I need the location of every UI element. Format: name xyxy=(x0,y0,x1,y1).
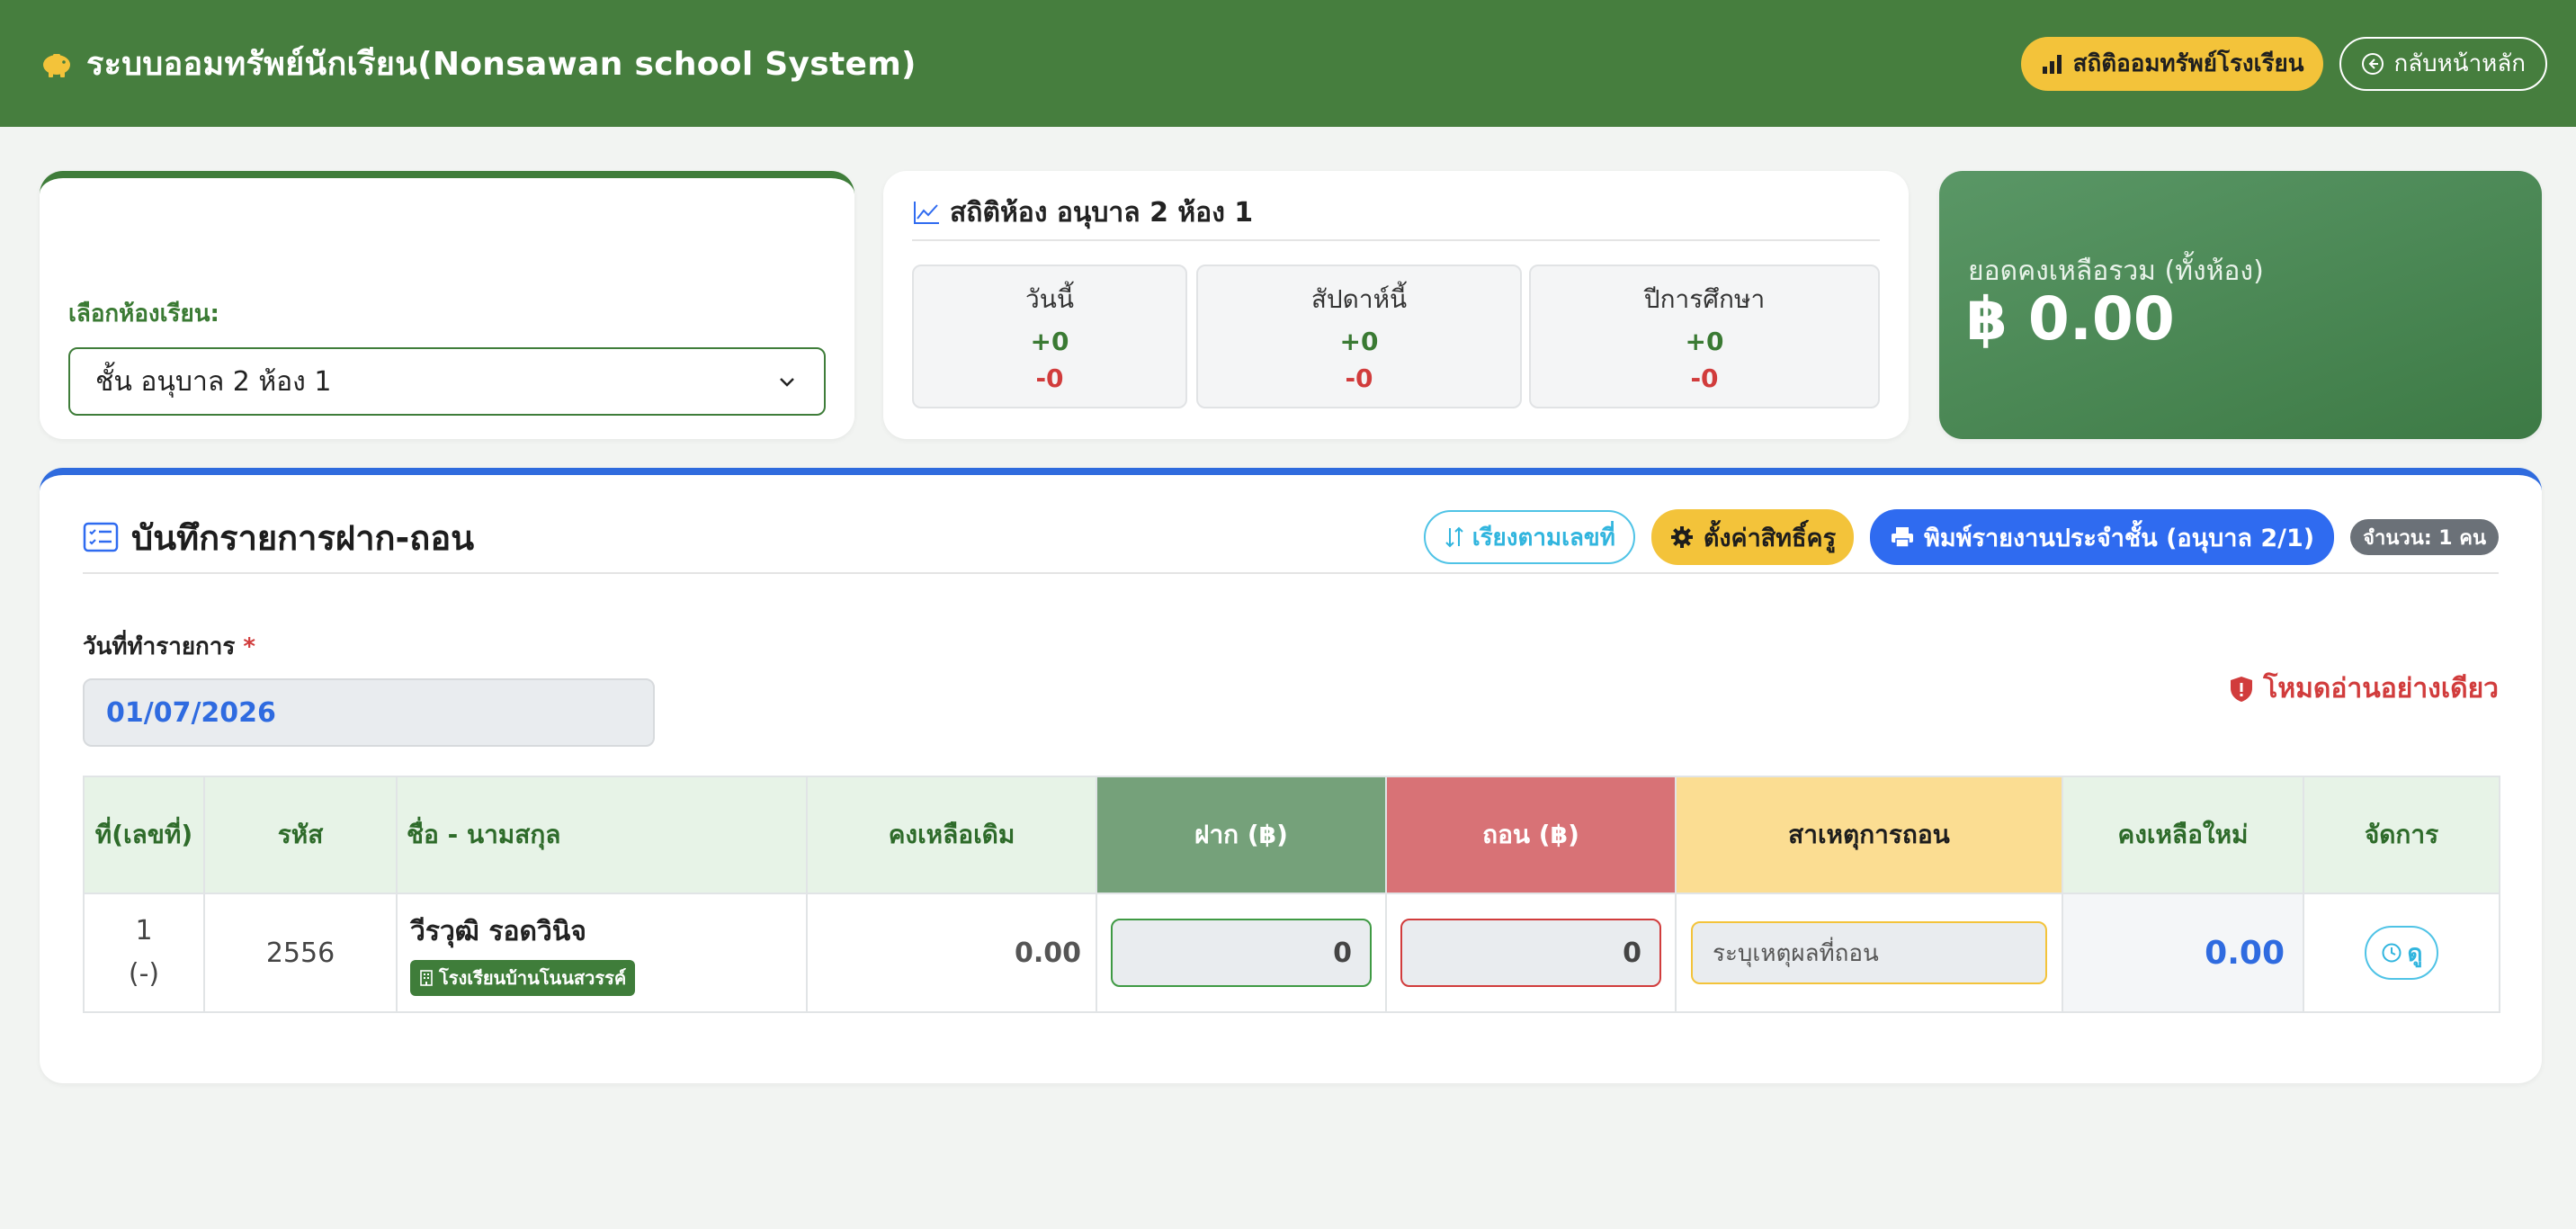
col-header-code: รหัส xyxy=(203,776,398,894)
transactions-title: บันทึกรายการฝาก-ถอน xyxy=(131,517,475,558)
shield-alert-icon xyxy=(2231,676,2253,702)
readonly-mode-indicator: โหมดอ่านอย่างเดียว xyxy=(2229,668,2499,710)
withdraw-reason-placeholder: ระบุเหตุผลที่ถอน xyxy=(1713,939,1879,967)
transaction-date-input[interactable]: 01/07/2026 xyxy=(83,678,655,747)
app-title: ระบบออมทรัพย์นักเรียน(Nonsawan school Sy… xyxy=(86,46,917,83)
printer-icon xyxy=(1892,527,1914,548)
school-stats-button[interactable]: สถิติออมทรัพย์โรงเรียน xyxy=(2020,36,2324,91)
withdraw-value: 0 xyxy=(1623,937,1641,969)
transactions-header: บันทึกรายการฝาก-ถอน เรียงตามเลขที่ ตั้งค… xyxy=(83,502,2499,574)
clock-icon xyxy=(2382,943,2402,963)
col-header-withdraw: ถอน (฿) xyxy=(1385,776,1677,894)
cell-code: 2556 xyxy=(203,893,398,1013)
cell-actions: ดู xyxy=(2303,893,2500,1013)
teacher-permission-label: ตั้งค่าสิทธิ์ครู xyxy=(1703,524,1837,552)
sort-by-number-label: เรียงตามเลขที่ xyxy=(1471,524,1615,552)
student-count-badge: จำนวน: 1 คน xyxy=(2350,519,2499,555)
stat-year-withdraw: -0 xyxy=(1690,363,1719,393)
withdraw-reason-input[interactable]: ระบุเหตุผลที่ถอน xyxy=(1691,921,2047,984)
total-balance-card: ยอดคงเหลือรวม (ทั้งห้อง) ฿ 0.00 xyxy=(1939,171,2542,439)
deposit-input[interactable]: 0 xyxy=(1111,919,1372,987)
view-history-button[interactable]: ดู xyxy=(2364,926,2439,980)
school-badge: โรงเรียนบ้านโนนสวรรค์ xyxy=(410,959,636,996)
stat-week: สัปดาห์นี้ +0 -0 xyxy=(1196,265,1522,408)
readonly-mode-label: โหมดอ่านอย่างเดียว xyxy=(2263,673,2499,704)
back-home-button[interactable]: กลับหน้าหลัก xyxy=(2339,36,2547,91)
col-header-new-balance: คงเหลือใหม่ xyxy=(2062,776,2304,894)
stat-week-withdraw: -0 xyxy=(1345,363,1373,393)
stat-year-label: ปีการศึกษา xyxy=(1643,284,1766,314)
transactions-title-group: บันทึกรายการฝาก-ถอน xyxy=(83,510,474,565)
student-name: วีรวุฒิ รอดวินิจ xyxy=(410,915,586,947)
cell-withdraw-reason: ระบุเหตุผลที่ถอน xyxy=(1675,893,2063,1013)
class-select-label: เลือกห้องเรียน: xyxy=(68,301,219,327)
cell-withdraw: 0 xyxy=(1385,893,1677,1013)
brand: ระบบออมทรัพย์นักเรียน(Nonsawan school Sy… xyxy=(40,38,917,89)
col-header-old-balance: คงเหลือเดิม xyxy=(806,776,1097,894)
cell-number: 1 (-) xyxy=(83,893,205,1013)
student-number: 1 xyxy=(135,915,153,946)
school-name: โรงเรียนบ้านโนนสวรรค์ xyxy=(439,966,627,989)
transactions-card: บันทึกรายการฝาก-ถอน เรียงตามเลขที่ ตั้งค… xyxy=(40,468,2542,1083)
class-select-dropdown[interactable]: ชั้น อนุบาล 2 ห้อง 1 xyxy=(68,347,826,416)
cell-name: วีรวุฒิ รอดวินิจ โรงเรียนบ้านโนนสวรรค์ xyxy=(396,893,808,1013)
col-header-deposit: ฝาก (฿) xyxy=(1096,776,1387,894)
class-stats-card: สถิติห้อง อนุบาล 2 ห้อง 1 วันนี้ +0 -0 ส… xyxy=(883,171,1909,439)
transaction-date-label: วันที่ทำรายการ * xyxy=(83,628,255,665)
top-navbar: ระบบออมทรัพย์นักเรียน(Nonsawan school Sy… xyxy=(0,0,2576,127)
table-row: 1 (-) 2556 วีรวุฒิ รอดวินิจ โรงเรียนบ้าน… xyxy=(83,893,2500,1013)
print-class-report-label: พิมพ์รายงานประจำชั้น (อนุบาล 2/1) xyxy=(1924,524,2315,552)
col-header-number: ที่(เลขที่) xyxy=(83,776,205,894)
table-header-row: ที่(เลขที่) รหัส ชื่อ - นามสกุล คงเหลือเ… xyxy=(83,776,2500,894)
deposit-value: 0 xyxy=(1333,937,1352,969)
piggy-bank-icon xyxy=(43,53,70,77)
class-select-value: ชั้น อนุบาล 2 ห้อง 1 xyxy=(95,365,332,398)
transactions-table: ที่(เลขที่) รหัส ชื่อ - นามสกุล คงเหลือเ… xyxy=(83,776,2500,1013)
withdraw-input[interactable]: 0 xyxy=(1400,919,1661,987)
class-select-card: เลือกห้องเรียน: ชั้น อนุบาล 2 ห้อง 1 xyxy=(40,171,854,439)
building-icon xyxy=(420,969,433,986)
stat-week-label: สัปดาห์นี้ xyxy=(1310,284,1408,314)
stat-today-deposit: +0 xyxy=(1030,327,1069,356)
arrow-left-circle-icon xyxy=(2362,52,2384,75)
trend-chart-icon xyxy=(914,202,939,224)
stat-today-label: วันนี้ xyxy=(1024,284,1074,314)
view-history-label: ดู xyxy=(2407,939,2423,967)
col-header-actions: จัดการ xyxy=(2303,776,2500,894)
cell-deposit: 0 xyxy=(1096,893,1387,1013)
school-stats-label: สถิติออมทรัพย์โรงเรียน xyxy=(2072,50,2304,77)
class-stats-header: สถิติห้อง อนุบาล 2 ห้อง 1 xyxy=(912,196,1880,241)
stat-today: วันนี้ +0 -0 xyxy=(912,265,1187,408)
student-number-sub: (-) xyxy=(128,958,160,990)
teacher-permission-button[interactable]: ตั้งค่าสิทธิ์ครู xyxy=(1650,509,1855,565)
total-balance-amount: ฿ 0.00 xyxy=(1966,284,2175,354)
cell-old-balance: 0.00 xyxy=(806,893,1097,1013)
transaction-date-value: 01/07/2026 xyxy=(106,696,276,729)
required-marker: * xyxy=(243,633,256,660)
class-stats-title: สถิติห้อง อนุบาล 2 ห้อง 1 xyxy=(950,196,1254,229)
bar-chart-icon xyxy=(2042,54,2062,74)
back-home-label: กลับหน้าหลัก xyxy=(2393,50,2526,77)
stat-today-withdraw: -0 xyxy=(1035,363,1064,393)
stat-week-deposit: +0 xyxy=(1339,327,1379,356)
transaction-date-label-text: วันที่ทำรายการ xyxy=(83,633,236,660)
list-check-icon xyxy=(83,522,119,552)
sort-by-number-button[interactable]: เรียงตามเลขที่ xyxy=(1423,510,1635,564)
print-class-report-button[interactable]: พิมพ์รายงานประจำชั้น (อนุบาล 2/1) xyxy=(1870,509,2335,565)
chevron-down-icon xyxy=(780,378,794,387)
stat-year-deposit: +0 xyxy=(1685,327,1724,356)
stat-year: ปีการศึกษา +0 -0 xyxy=(1529,265,1880,408)
cell-new-balance: 0.00 xyxy=(2062,893,2304,1013)
col-header-withdraw-reason: สาเหตุการถอน xyxy=(1675,776,2063,894)
sort-icon xyxy=(1445,526,1463,548)
col-header-name: ชื่อ - นามสกุล xyxy=(396,776,808,894)
gear-icon xyxy=(1670,526,1693,548)
